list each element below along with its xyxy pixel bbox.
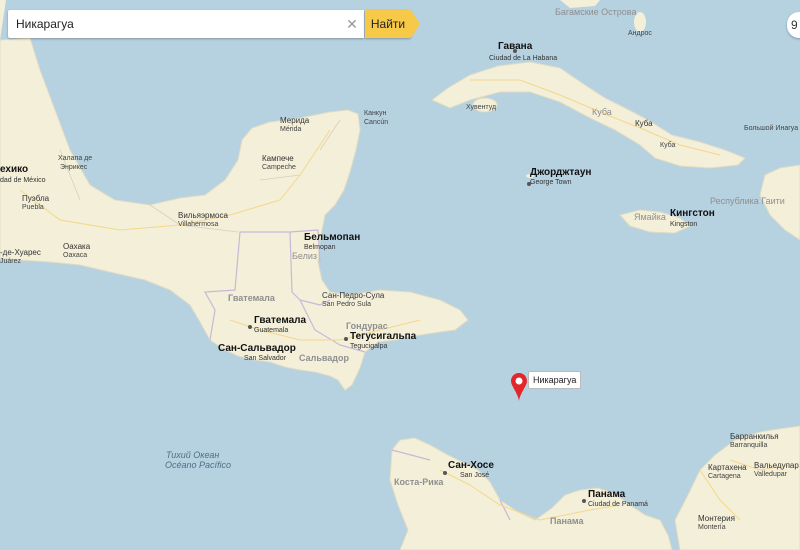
label-belmopan-sub: Belmopan xyxy=(304,244,336,251)
label-huventud: Хувентуд xyxy=(466,104,497,111)
label-oaxaca: Оахака xyxy=(63,242,91,251)
label-merida: Мерида xyxy=(280,116,310,125)
label-kuba-east: Куба xyxy=(660,142,676,149)
search-button-arrow xyxy=(411,10,420,38)
label-barranquilla: Барранкилья xyxy=(730,432,779,441)
label-belize: Белиз xyxy=(292,251,318,261)
label-georgetown-sub: George Town xyxy=(530,179,572,186)
label-valledupar: Вальедупар xyxy=(754,461,799,470)
label-cancun-sub: Cancún xyxy=(364,119,389,126)
label-guatemala-country: Гватемала xyxy=(228,293,275,303)
label-puebla-sub: Puebla xyxy=(22,204,44,211)
label-sansalvador-sub: San Salvador xyxy=(244,355,287,362)
label-pacific-sub: Océano Pacífico xyxy=(165,460,232,470)
label-tegucigalpa-sub: Tegucigalpa xyxy=(350,343,388,350)
label-cancun: Канкун xyxy=(364,110,387,117)
location-pin-icon[interactable] xyxy=(510,373,528,401)
label-haiti: Республика Гаити xyxy=(710,196,785,206)
label-belmopan: Бельмопан xyxy=(304,232,361,243)
label-sanpedro-sub: San Pedro Sula xyxy=(322,301,372,308)
label-villahermosa: Вильяэрмоса xyxy=(178,211,228,220)
search-box: ✕ xyxy=(8,10,364,38)
label-mexico: ехико xyxy=(0,164,29,175)
marker-label[interactable]: Никарагуа xyxy=(528,371,582,389)
label-sansalvador: Сан-Сальвадор xyxy=(218,343,296,354)
label-kuba-country: Куба xyxy=(592,107,612,117)
label-kingston: Кингстон xyxy=(670,208,715,219)
label-valledupar-sub: Valledupar xyxy=(754,471,787,478)
search-input[interactable] xyxy=(16,16,336,32)
label-barranquilla-sub: Barranquilla xyxy=(730,442,768,449)
label-georgetown: Джорджтаун xyxy=(530,167,592,178)
label-monteria: Монтерия xyxy=(698,514,735,523)
label-merida-sub: Mérida xyxy=(280,126,302,133)
label-guatemala-city: Гватемала xyxy=(254,315,307,326)
label-sanpedro: Сан-Педро-Сула xyxy=(322,291,385,300)
label-mexico-sub: dad de México xyxy=(0,177,46,184)
label-honduras: Гондурас xyxy=(346,321,388,331)
label-guatemala-sub: Guatemala xyxy=(254,327,289,334)
label-oaxaca-sub: Oaxaca xyxy=(63,252,88,259)
label-bahamas: Багамские Острова xyxy=(555,7,637,17)
label-tegucigalpa: Тегусигальпа xyxy=(350,331,417,342)
label-costarica: Коста-Рика xyxy=(394,477,444,487)
city-dot-tegucigalpa xyxy=(344,337,348,341)
label-juarez: -де-Хуарес xyxy=(0,248,41,257)
label-sanjose: Сан-Хосе xyxy=(448,460,494,471)
label-bolshoy-inagua: Большой Инагуа xyxy=(744,125,799,132)
label-campeche-sub: Campeche xyxy=(262,164,296,171)
label-panama-country: Панама xyxy=(550,516,584,526)
label-juarez-sub: Juárez xyxy=(0,258,22,265)
label-salvador: Сальвадор xyxy=(299,353,349,363)
label-campeche: Кампече xyxy=(262,154,294,163)
label-jalapa2: Энрикес xyxy=(60,164,88,171)
label-kuba-city: Куба xyxy=(635,119,653,128)
label-jalapa: Халапа де xyxy=(58,155,93,162)
label-cartagena-sub: Cartagena xyxy=(708,473,741,480)
city-dot-panama xyxy=(582,499,586,503)
label-habana-sub: Ciudad de La Habana xyxy=(489,55,558,62)
label-jamaica: Ямайка xyxy=(634,212,666,222)
clear-icon[interactable]: ✕ xyxy=(344,16,360,32)
label-cartagena: Картахена xyxy=(708,463,747,472)
label-pacific: Тихий Океан xyxy=(166,450,220,460)
map-canvas[interactable] xyxy=(0,0,800,550)
search-button[interactable]: Найти xyxy=(365,10,411,38)
label-habana: Гавана xyxy=(498,41,533,52)
label-kingston-sub: Kingston xyxy=(670,221,698,228)
label-monteria-sub: Montería xyxy=(698,524,726,531)
label-panama-city: Панама xyxy=(588,489,626,500)
label-villahermosa-sub: Villahermosa xyxy=(178,221,219,228)
label-andros: Андрос xyxy=(628,30,652,37)
city-dot-sanjose xyxy=(443,471,447,475)
label-sanjose-sub: San José xyxy=(460,472,490,479)
city-dot-guatemala xyxy=(248,325,252,329)
label-puebla: Пуэбла xyxy=(22,194,50,203)
label-panama-sub: Ciudad de Panamá xyxy=(588,501,648,508)
